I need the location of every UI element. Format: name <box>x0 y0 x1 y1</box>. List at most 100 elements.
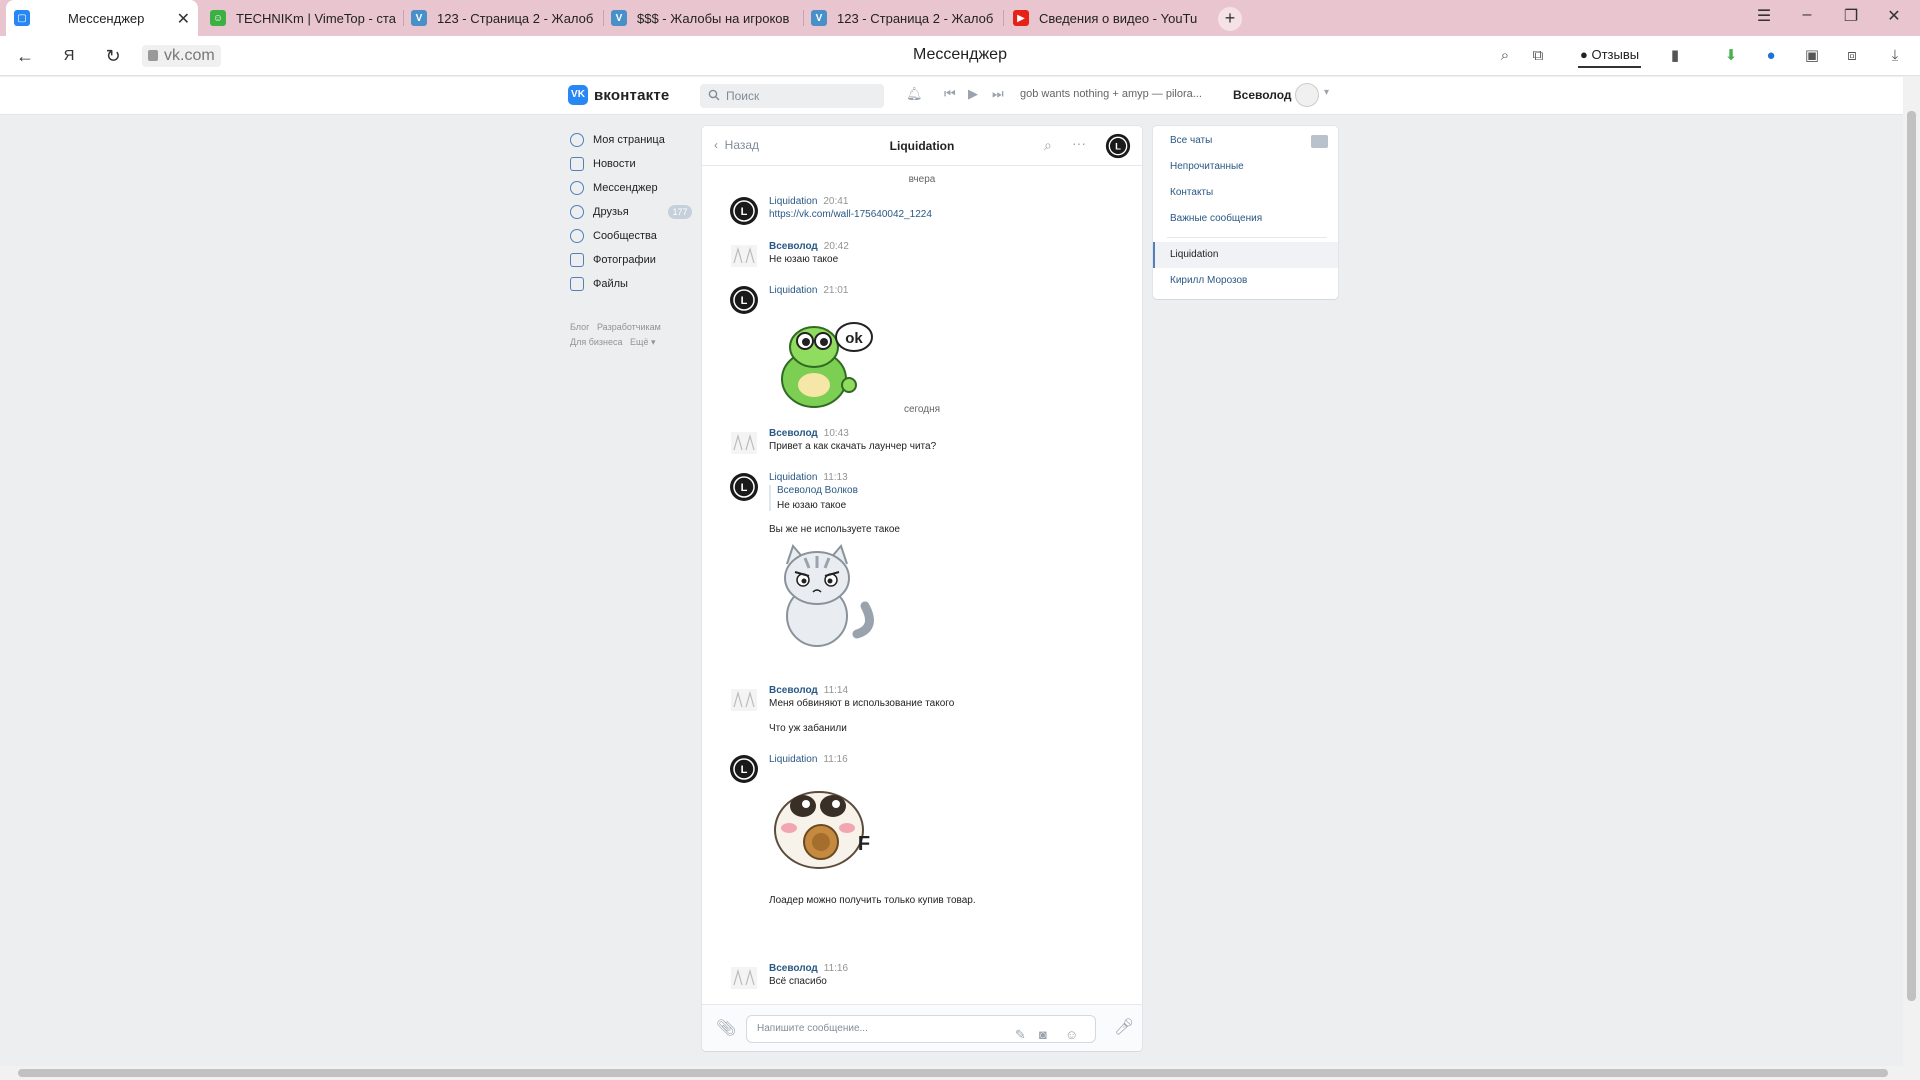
vk-search-input[interactable]: Поиск <box>700 84 884 108</box>
footer-link-business[interactable]: Для бизнеса <box>570 337 623 347</box>
message-author[interactable]: Liquidation <box>769 285 817 296</box>
avatar[interactable]: L <box>729 285 759 315</box>
close-tab-icon[interactable]: ✕ <box>177 9 190 29</box>
tab-forum-1[interactable]: V 123 - Страница 2 - Жалоб <box>411 0 599 36</box>
message-author[interactable]: Liquidation <box>769 754 817 765</box>
date-separator: вчера <box>908 174 936 185</box>
tab-vimetop[interactable]: ☺ TECHNIKm | VimeTop - ста <box>210 0 398 36</box>
reviews-button[interactable]: ● Отзывы <box>1578 44 1642 68</box>
message-text: Что уж забанили <box>769 723 847 734</box>
message-author[interactable]: Всеволод <box>769 428 818 439</box>
emoji-icon[interactable]: ☺ <box>1065 1022 1078 1048</box>
message-item: Всеволод 10:43 Привет а как скачать лаунч… <box>729 428 1129 460</box>
close-window-icon[interactable]: ✕ <box>1882 6 1906 26</box>
download-icon[interactable]: ⤓ <box>1884 45 1906 67</box>
avatar[interactable]: L <box>729 754 759 784</box>
tab-divider <box>803 10 804 26</box>
tab-forum-2[interactable]: V $$$ - Жалобы на игроков <box>611 0 799 36</box>
play-icon[interactable]: ▶ <box>968 86 978 102</box>
avatar[interactable] <box>729 428 759 458</box>
menu-icon[interactable]: ☰ <box>1752 6 1776 26</box>
url-field[interactable]: vk.com <box>142 45 221 67</box>
conversation-kirill-morozov[interactable]: Кирилл Морозов <box>1153 268 1338 294</box>
message-author[interactable]: Всеволод <box>769 241 818 252</box>
avatar[interactable]: L <box>729 472 759 502</box>
menu-item-groups[interactable]: Сообщества <box>570 224 692 248</box>
menu-label: Мессенджер <box>593 182 658 194</box>
avatar[interactable]: L <box>729 196 759 226</box>
restore-icon[interactable]: ❐ <box>1839 6 1863 26</box>
menu-item-photos[interactable]: Фотографии <box>570 248 692 272</box>
scrollbar-thumb[interactable] <box>18 1069 1888 1077</box>
yandex-icon[interactable]: Я <box>57 44 81 68</box>
message-time: 10:43 <box>823 428 849 439</box>
search-icon[interactable]: ⌕ <box>1494 45 1516 67</box>
next-track-icon[interactable]: ⏭︎ <box>992 86 1004 102</box>
dino-ok-sticker[interactable]: ok <box>769 307 879 417</box>
menu-label: Файлы <box>593 278 628 290</box>
message-author[interactable]: Всеволод <box>769 963 818 974</box>
previous-track-icon[interactable]: ⏮︎ <box>944 86 956 102</box>
pen-icon[interactable]: ✎ <box>1015 1022 1026 1048</box>
message-time: 20:42 <box>823 241 849 252</box>
message-author[interactable]: Всеволод <box>769 685 818 696</box>
message-composer: 📎︎ Напишите сообщение... ✎ ◙ ☺ 🎤︎ <box>702 1004 1142 1051</box>
avatar[interactable] <box>1295 83 1319 107</box>
header-user-name[interactable]: Всеволод <box>1233 88 1292 102</box>
chevron-down-icon[interactable]: ▾ <box>1324 87 1329 98</box>
tab-youtube[interactable]: ▶ Сведения о видео - YouTu <box>1013 0 1201 36</box>
avatar[interactable] <box>729 963 759 993</box>
menu-item-news[interactable]: Новости <box>570 152 692 176</box>
envelope-icon[interactable] <box>1311 135 1328 148</box>
conversation-liquidation[interactable]: Liquidation <box>1153 242 1338 268</box>
paperclip-icon[interactable]: 📎︎ <box>716 1018 736 1038</box>
menu-item-files[interactable]: Файлы <box>570 272 692 296</box>
vk-header: VK вконтакте Поиск 🔔︎ ⏮︎ ▶ ⏭︎ gob wants … <box>0 77 1903 115</box>
download-manager-icon[interactable]: ⬇ <box>1720 45 1742 67</box>
back-arrow-icon[interactable]: ← <box>13 44 37 68</box>
more-icon[interactable]: ··· <box>1072 135 1086 151</box>
footer-link-more[interactable]: Ещё <box>630 337 648 347</box>
now-playing-text[interactable]: gob wants nothing + amyp — pilora... <box>1020 88 1202 100</box>
bookmark-icon[interactable]: ▮ <box>1664 45 1686 67</box>
footer-link-developers[interactable]: Разработчикам <box>597 322 661 332</box>
filter-important[interactable]: Важные сообщения <box>1153 206 1338 232</box>
avatar[interactable] <box>729 241 759 271</box>
menu-item-friends[interactable]: Друзья 177 <box>570 200 692 224</box>
screenshot-icon[interactable]: ⧈ <box>1841 45 1863 67</box>
profile-icon[interactable]: ▣ <box>1801 45 1823 67</box>
horizontal-scrollbar[interactable] <box>0 1066 1920 1080</box>
svg-text:F: F <box>858 833 870 855</box>
chat-avatar[interactable]: L <box>1105 133 1131 159</box>
message-meta: Всеволод 10:43 <box>769 428 849 439</box>
scrollbar-thumb[interactable] <box>1907 111 1916 1001</box>
menu-item-messenger[interactable]: Мессенджер <box>570 176 692 200</box>
message-input[interactable]: Напишите сообщение... ✎ ◙ ☺ <box>746 1015 1096 1043</box>
tab-messenger[interactable]: ▢ Мессенджер ✕ <box>6 0 198 36</box>
grumpy-cat-sticker[interactable] <box>769 542 879 652</box>
avatar[interactable] <box>729 685 759 715</box>
filter-contacts[interactable]: Контакты <box>1153 180 1338 206</box>
reply-quote[interactable]: Всеволод Волков Не юзаю такое <box>769 485 858 511</box>
message-author[interactable]: Liquidation <box>769 196 817 207</box>
minimize-icon[interactable]: – <box>1795 6 1819 24</box>
message-text: Меня обвиняют в использование такого <box>769 698 955 709</box>
filter-unread[interactable]: Непрочитанные <box>1153 154 1338 180</box>
menu-item-my-page[interactable]: Моя страница <box>570 128 692 152</box>
message-link[interactable]: https://vk.com/wall-175640042_1224 <box>769 209 932 220</box>
message-author[interactable]: Liquidation <box>769 472 817 483</box>
search-icon[interactable]: ⌕ <box>1044 137 1052 154</box>
globe-icon[interactable]: ● <box>1760 45 1782 67</box>
new-tab-button[interactable]: + <box>1218 7 1242 31</box>
tab-title: Сведения о видео - YouTu <box>1039 10 1198 26</box>
reload-icon[interactable]: ↻ <box>101 44 125 68</box>
vk-logo[interactable]: VK вконтакте <box>568 85 669 105</box>
footer-link-blog[interactable]: Блог <box>570 322 589 332</box>
extensions-icon[interactable]: ⧉ <box>1527 45 1549 67</box>
bell-icon[interactable]: 🔔︎ <box>906 86 923 102</box>
seal-cookie-sticker[interactable]: F <box>769 772 879 882</box>
microphone-icon[interactable]: 🎤︎ <box>1114 1017 1134 1037</box>
vertical-scrollbar[interactable] <box>1903 77 1920 1066</box>
camera-icon[interactable]: ◙ <box>1039 1022 1047 1048</box>
tab-forum-3[interactable]: V 123 - Страница 2 - Жалоб <box>811 0 999 36</box>
